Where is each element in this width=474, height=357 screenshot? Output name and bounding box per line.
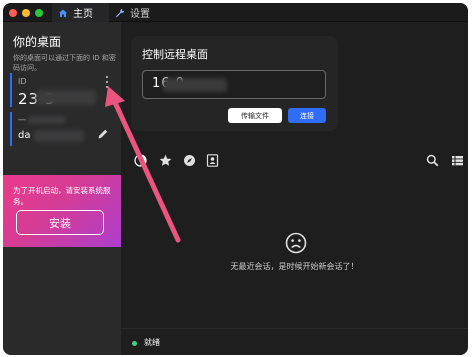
remote-desktop-title: 控制远程桌面 [142, 48, 208, 61]
recent-sessions-icon[interactable] [134, 154, 147, 167]
install-service-card: 为了开机启动，请安装系统服务。 安装 [3, 175, 121, 247]
id-label: ID [18, 77, 27, 86]
transfer-file-button[interactable]: 传输文件 [228, 108, 282, 123]
minimize-window-button[interactable] [22, 9, 30, 17]
app-window: 主页 设置 你的桌面 你的桌面可以通过下面的 ID 和密码访问。 ID 23 5… [3, 3, 468, 355]
tab-settings[interactable]: 设置 [109, 3, 169, 22]
password-label: 一 [18, 116, 26, 125]
search-icon[interactable] [426, 154, 439, 167]
tab-home-label: 主页 [73, 9, 93, 20]
home-icon [59, 9, 67, 17]
empty-sessions-text: 无最近会话，是时候开始新会话了！ [230, 262, 359, 271]
password-accent-bar [10, 112, 12, 146]
id-redaction [36, 90, 96, 105]
password-section: 一 da [10, 112, 114, 148]
install-button[interactable]: 安装 [16, 210, 104, 235]
remote-id-redaction [163, 78, 227, 92]
wrench-icon [116, 8, 125, 17]
tab-settings-label: 设置 [130, 9, 150, 20]
remote-desktop-card: 控制远程桌面 16 0 传输文件 连接 [131, 36, 338, 131]
connect-button[interactable]: 连接 [288, 108, 326, 123]
more-options-icon[interactable] [104, 76, 110, 88]
id-section: ID 23 5 [10, 73, 114, 108]
tab-home[interactable]: 主页 [52, 3, 109, 22]
sidebar: 你的桌面 你的桌面可以通过下面的 ID 和密码访问。 ID 23 5 一 da … [3, 22, 121, 355]
title-bar: 主页 设置 [3, 3, 468, 22]
install-service-text: 为了开机启动，请安装系统服务。 [13, 186, 111, 206]
view-list-icon[interactable] [451, 154, 464, 167]
main-panel: 控制远程桌面 16 0 传输文件 连接 [121, 22, 468, 355]
maximize-window-button[interactable] [35, 9, 43, 17]
favorites-star-icon[interactable] [159, 154, 172, 167]
password-label-redaction [28, 116, 66, 124]
your-desktop-title: 你的桌面 [13, 35, 62, 49]
status-indicator [132, 341, 137, 346]
edit-password-pencil-icon[interactable] [97, 128, 109, 140]
id-accent-bar [10, 73, 12, 107]
your-desktop-description: 你的桌面可以通过下面的 ID 和密码访问。 [13, 54, 116, 72]
status-bar: 就绪 [121, 328, 468, 355]
password-value[interactable]: da [18, 130, 30, 141]
password-redaction [34, 130, 84, 142]
sad-face-icon [285, 232, 307, 254]
discovered-compass-icon[interactable] [183, 154, 196, 167]
address-book-icon[interactable] [206, 154, 219, 167]
close-window-button[interactable] [9, 9, 17, 17]
status-text: 就绪 [144, 338, 160, 347]
sessions-toolbar [121, 150, 468, 172]
